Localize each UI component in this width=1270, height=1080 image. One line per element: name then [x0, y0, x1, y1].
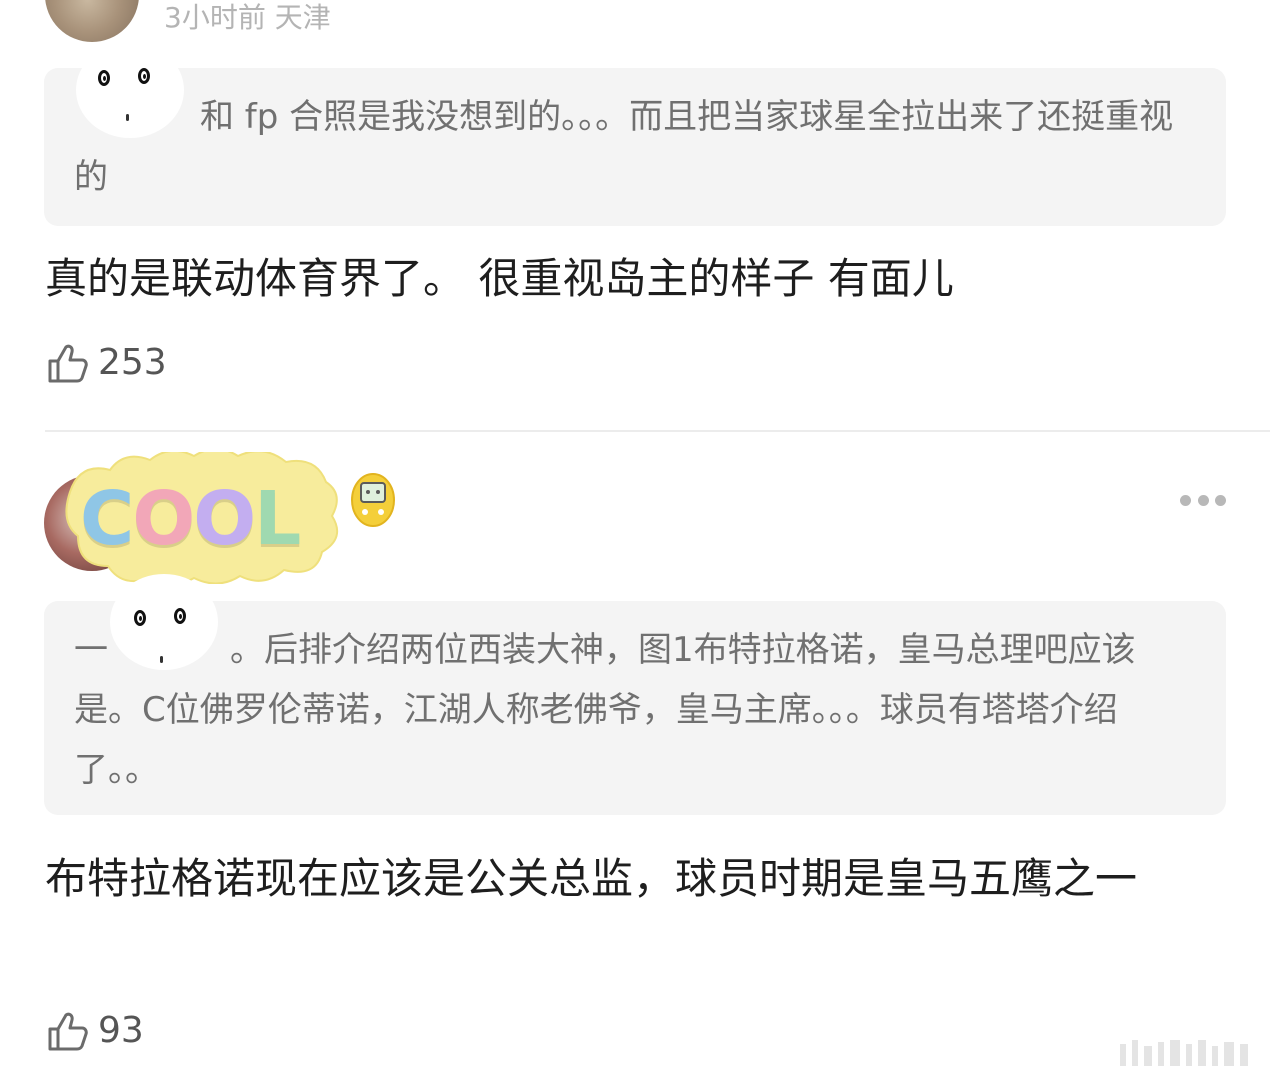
thumbs-up-icon — [48, 1012, 88, 1051]
like-count: 253 — [98, 342, 167, 383]
handheld-game-icon — [351, 473, 395, 527]
face-sticker-icon — [110, 574, 218, 670]
quoted-text: 和 fp 合照是我没想到的。。。而且把当家球星全拉出来了还挺重视的 — [74, 97, 1174, 197]
thumbs-up-icon — [48, 344, 88, 383]
more-dots-icon[interactable] — [1180, 493, 1226, 507]
comment-text: 真的是联动体育界了。 很重视岛主的样子 有面儿 — [45, 254, 954, 303]
avatar[interactable] — [45, 0, 139, 42]
face-sticker-icon — [76, 42, 184, 138]
quoted-comment[interactable]: 和 fp 合照是我没想到的。。。而且把当家球星全拉出来了还挺重视的 — [44, 68, 1226, 226]
comment-feed: 3小时前 天津 和 fp 合照是我没想到的。。。而且把当家球星全拉出来了还挺重视… — [0, 0, 1270, 1080]
like-count: 93 — [98, 1010, 144, 1051]
quoted-comment[interactable]: 一。后排介绍两位西装大神，图1布特拉格诺，皇马总理吧应该是。C位佛罗伦蒂诺，江湖… — [44, 601, 1226, 815]
watermark-icon — [1120, 1040, 1248, 1066]
like-button[interactable]: 253 — [46, 340, 167, 386]
comment-meta: 3小时前 天津 — [164, 1, 331, 34]
divider — [45, 430, 1270, 432]
cool-badge: COOL — [80, 476, 301, 562]
like-button[interactable]: 93 — [46, 1008, 144, 1054]
quoted-text: 。后排介绍两位西装大神，图1布特拉格诺，皇马总理吧应该是。C位佛罗伦蒂诺，江湖人… — [74, 630, 1136, 790]
comment-text: 布特拉格诺现在应该是公关总监，球员时期是皇马五鹰之一 — [45, 854, 1138, 903]
